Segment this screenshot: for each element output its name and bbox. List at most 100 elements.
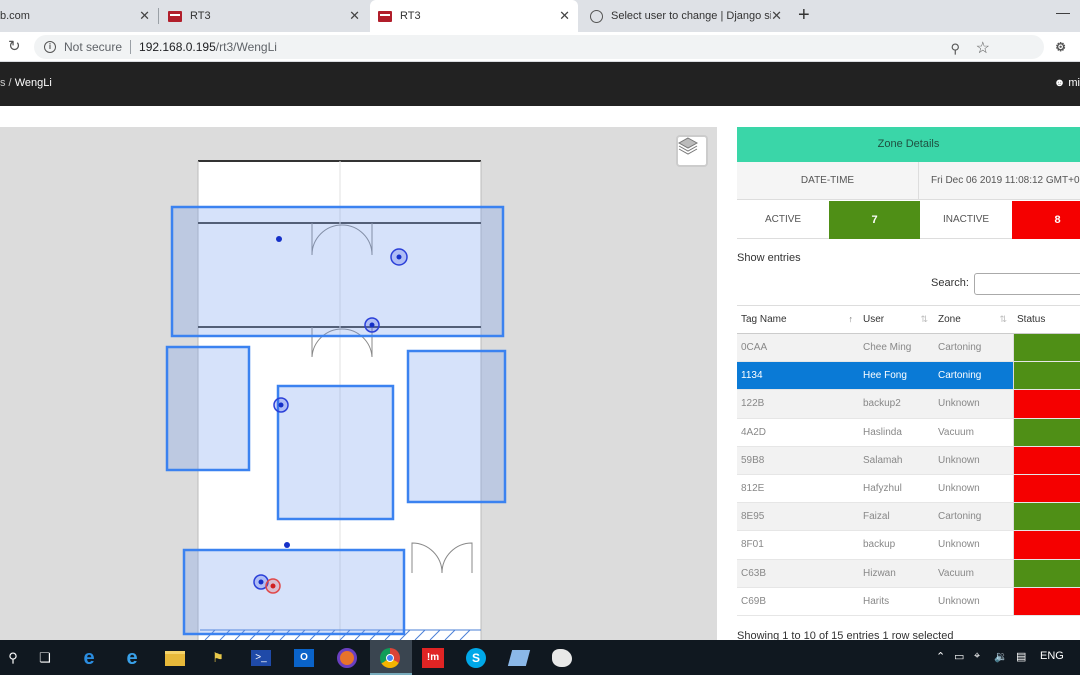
- omnibox[interactable]: i Not secure 192.168.0.195/rt3/WengLi ⚲ …: [34, 35, 1044, 59]
- cell-zone: Vacuum: [934, 559, 1013, 588]
- bookmark-star-icon[interactable]: ☆: [976, 38, 990, 58]
- app-navbar: s / WengLi ☻ mi: [0, 62, 1080, 106]
- wifi-icon[interactable]: ⌖: [974, 650, 980, 663]
- search-icon[interactable]: ⚲: [0, 645, 26, 671]
- column-header-user[interactable]: User ⇅: [859, 305, 934, 334]
- datetime-row: DATE-TIME Fri Dec 06 2019 11:08:12 GMT+0…: [737, 162, 1080, 200]
- column-header-label: Status: [1017, 314, 1046, 325]
- table-header-row: Tag Name ↑ User ⇅ Zone ⇅ Status: [737, 305, 1080, 334]
- status-summary-row: ACTIVE 7 INACTIVE 8: [737, 201, 1080, 239]
- browser-tab-active[interactable]: RT3 ✕: [370, 0, 578, 32]
- info-icon[interactable]: i: [44, 41, 56, 53]
- zone-polygon[interactable]: [170, 205, 505, 338]
- tab-close-icon[interactable]: ✕: [559, 8, 570, 24]
- table-row[interactable]: 8E95 Faizal Cartoning: [737, 502, 1080, 532]
- cell-zone: Unknown: [934, 474, 1013, 504]
- battery-icon[interactable]: ▭: [954, 650, 964, 663]
- zoom-icon[interactable]: ⚲: [950, 41, 960, 57]
- tag-marker[interactable]: [284, 542, 290, 548]
- reload-icon[interactable]: ↻: [8, 37, 21, 55]
- column-header-label: Zone: [938, 314, 961, 325]
- browser-tab[interactable]: Select user to change | Django si ✕: [582, 0, 790, 32]
- cell-zone: Cartoning: [934, 361, 1013, 391]
- new-tab-button[interactable]: +: [798, 4, 810, 27]
- user-menu[interactable]: ☻ mi: [1054, 77, 1080, 89]
- zone-polygon[interactable]: [182, 548, 406, 636]
- table-row[interactable]: C69B Harits Unknown: [737, 587, 1080, 616]
- active-count-badge: 7: [829, 201, 920, 239]
- outlook-icon[interactable]: O: [291, 645, 317, 671]
- user-name: mi: [1068, 77, 1080, 89]
- translate-icon[interactable]: ⚙: [1055, 40, 1066, 54]
- system-tray: ⌃ ▭ ⌖ 🔉 ▤ ENG: [930, 640, 1080, 675]
- ie-icon[interactable]: e: [119, 645, 145, 671]
- status-cell-inactive: [1012, 474, 1080, 504]
- chrome-icon[interactable]: [377, 645, 403, 671]
- column-header-label: Tag Name: [741, 314, 787, 325]
- tray-chevron-icon[interactable]: ⌃: [936, 650, 945, 663]
- column-header-tag-name[interactable]: Tag Name ↑: [737, 305, 859, 334]
- zone-details-header: Zone Details: [737, 127, 1080, 162]
- breadcrumb-current: WengLi: [14, 77, 52, 89]
- table-row[interactable]: 812E Hafyzhul Unknown: [737, 474, 1080, 504]
- table-row[interactable]: 4A2D Haslinda Vacuum: [737, 418, 1080, 447]
- tab-title: Select user to change | Django si: [611, 10, 771, 22]
- tag-marker-dot: [258, 579, 264, 585]
- datetime-label: DATE-TIME: [737, 162, 919, 200]
- status-cell-active: [1012, 502, 1080, 532]
- browser-tab[interactable]: RT3 ✕: [160, 0, 368, 32]
- status-cell-inactive: [1012, 446, 1080, 475]
- status-cell-inactive: [1012, 389, 1080, 419]
- skype-icon[interactable]: S: [463, 645, 489, 671]
- action-center-icon[interactable]: ▤: [1016, 650, 1026, 663]
- search-input[interactable]: [974, 273, 1080, 295]
- layers-control-button[interactable]: [676, 135, 708, 167]
- language-indicator[interactable]: ENG: [1040, 650, 1064, 662]
- browser-tab[interactable]: b.com ✕: [0, 0, 158, 32]
- zone-polygon[interactable]: [165, 345, 251, 472]
- notes-icon[interactable]: [506, 645, 532, 671]
- cell-user: Hizwan: [859, 559, 934, 588]
- table-row[interactable]: 59B8 Salamah Unknown: [737, 446, 1080, 475]
- cell-zone: Cartoning: [934, 333, 1013, 363]
- globe-icon: [590, 9, 603, 23]
- column-header-status[interactable]: Status: [1013, 305, 1080, 334]
- table-row[interactable]: 1134 Hee Fong Cartoning: [737, 361, 1080, 391]
- cell-tag: C69B: [737, 587, 859, 616]
- security-label[interactable]: Not secure: [64, 40, 122, 54]
- table-row[interactable]: C63B Hizwan Vacuum: [737, 559, 1080, 588]
- cell-zone: Unknown: [934, 389, 1013, 419]
- volume-icon[interactable]: 🔉: [994, 650, 1008, 663]
- status-cell-active: [1012, 333, 1080, 363]
- zone-polygon[interactable]: [406, 349, 507, 504]
- tab-close-icon[interactable]: ✕: [349, 8, 360, 24]
- minimize-icon[interactable]: —: [1056, 4, 1070, 20]
- task-view-icon[interactable]: ❏: [32, 645, 58, 671]
- cell-zone: Cartoning: [934, 502, 1013, 532]
- cell-tag: 812E: [737, 474, 859, 504]
- table-row[interactable]: 0CAA Chee Ming Cartoning: [737, 333, 1080, 363]
- rt3-favicon-icon: [168, 10, 182, 22]
- tab-close-icon[interactable]: ✕: [139, 8, 150, 24]
- cell-user: Chee Ming: [859, 333, 934, 363]
- table-row[interactable]: 122B backup2 Unknown: [737, 389, 1080, 419]
- cell-user: Hee Fong: [859, 361, 934, 391]
- column-header-zone[interactable]: Zone ⇅: [934, 305, 1013, 334]
- file-explorer-icon[interactable]: [162, 645, 188, 671]
- tag-marker[interactable]: [276, 236, 282, 242]
- url-text[interactable]: 192.168.0.195/rt3/WengLi: [139, 40, 277, 54]
- tag-marker-dot: [396, 254, 402, 260]
- firefox-icon[interactable]: [334, 645, 360, 671]
- edge-icon[interactable]: e: [76, 645, 102, 671]
- security-icon[interactable]: ⚑: [205, 645, 231, 671]
- im-app-icon[interactable]: !m: [420, 645, 446, 671]
- cell-user: backup: [859, 530, 934, 560]
- tab-title: RT3: [190, 10, 211, 22]
- tab-close-icon[interactable]: ✕: [771, 8, 782, 24]
- paint-icon[interactable]: [549, 645, 575, 671]
- show-entries-label[interactable]: Show entries: [737, 252, 801, 264]
- floor-plan-map[interactable]: [0, 127, 717, 640]
- powershell-icon[interactable]: >_: [248, 645, 274, 671]
- zone-polygon[interactable]: [276, 384, 395, 521]
- table-row[interactable]: 8F01 backup Unknown: [737, 530, 1080, 560]
